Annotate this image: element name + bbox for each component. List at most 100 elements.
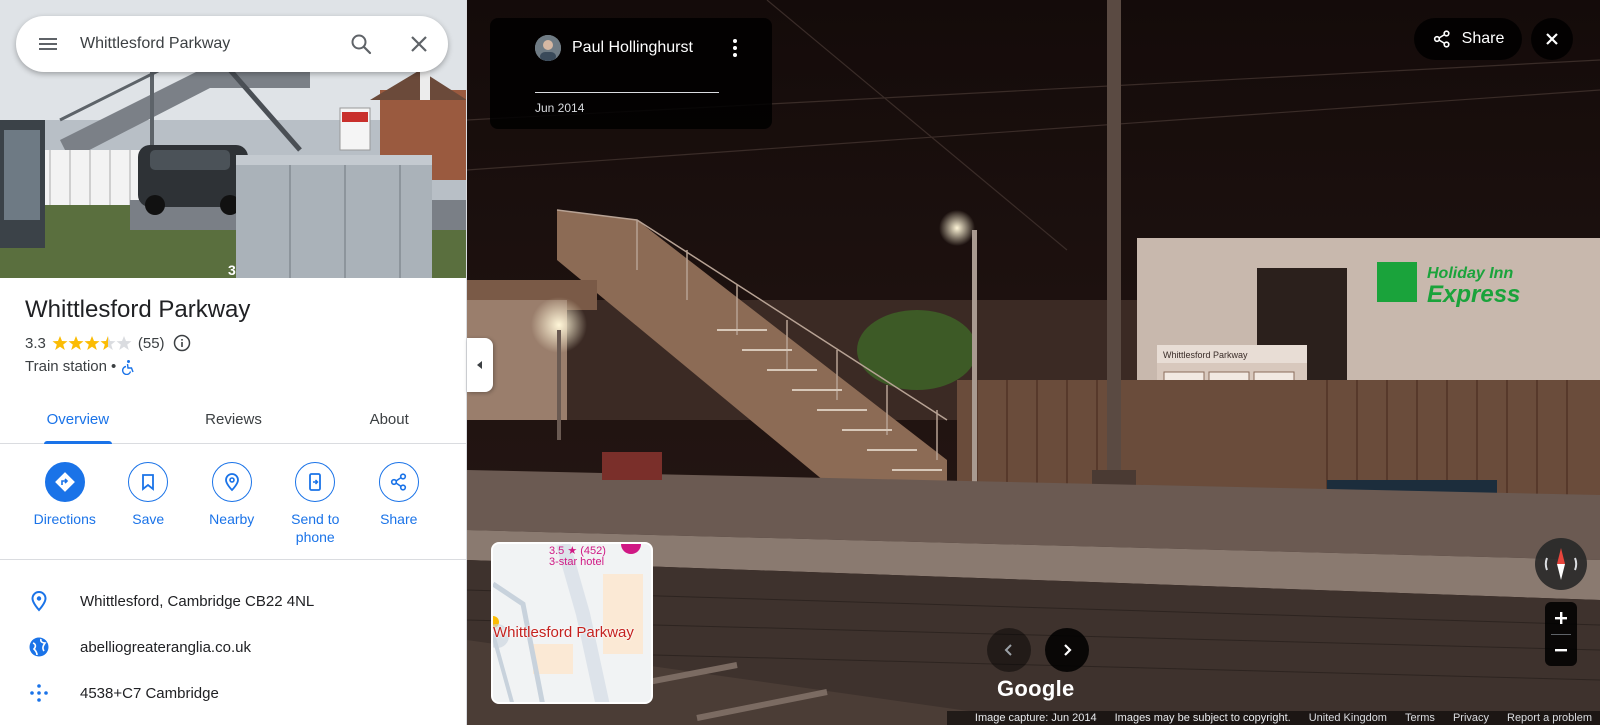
plus-code-icon <box>30 684 48 702</box>
rating-info-button[interactable] <box>173 334 191 352</box>
author-avatar[interactable] <box>535 35 561 61</box>
share-place-button[interactable]: Share <box>357 462 441 546</box>
plus-icon <box>1555 612 1567 624</box>
station-sign-text: Whittlesford Parkway <box>1163 350 1248 360</box>
privacy-link[interactable]: Privacy <box>1453 712 1489 724</box>
compass-button[interactable] <box>1535 538 1587 590</box>
author-divider <box>535 92 719 93</box>
address-text: Whittlesford, Cambridge CB22 4NL <box>80 592 315 610</box>
search-button[interactable] <box>332 16 390 72</box>
nearby-icon <box>224 473 239 492</box>
author-name[interactable]: Paul Hollinghurst <box>572 39 693 57</box>
globe-icon <box>29 637 49 657</box>
share-circle <box>378 462 419 502</box>
collapse-panel-button[interactable] <box>467 338 493 392</box>
directions-button[interactable]: Directions <box>23 462 107 546</box>
share-place-label: Share <box>380 511 418 527</box>
hotel-sign-line1: Holiday Inn <box>1427 265 1513 282</box>
close-icon <box>411 36 427 52</box>
compass-icon <box>1544 548 1578 580</box>
share-icon <box>1433 30 1450 48</box>
wheelchair-accessible-icon <box>122 359 134 375</box>
info-icon <box>173 334 190 352</box>
search-bar: Whittlesford Parkway <box>16 16 448 72</box>
place-info: Whittlesford Parkway 3.3 (55) Train stat… <box>25 296 445 375</box>
street-view-share-label: Share <box>1461 30 1505 47</box>
mini-map[interactable]: 3.5 ★ (452) 3-star hotel Whittlesford Pa… <box>491 542 653 704</box>
previous-photo-button[interactable] <box>987 628 1031 672</box>
author-more-options-button[interactable] <box>723 36 747 60</box>
mini-map-place-label: Whittlesford Parkway <box>493 624 634 641</box>
terms-link[interactable]: Terms <box>1405 712 1435 724</box>
save-label: Save <box>132 511 165 527</box>
image-capture-date: Image capture: Jun 2014 <box>974 712 1097 724</box>
place-panel: 3 Whittlesford Parkway Whittlesford Park… <box>0 0 467 725</box>
chevron-right-icon <box>1064 644 1072 656</box>
hamburger-menu-icon <box>39 38 57 50</box>
website-row[interactable]: abelliogreateranglia.co.uk <box>0 624 466 670</box>
send-to-phone-label: Send to phone <box>291 511 340 545</box>
rating-value: 3.3 <box>25 334 46 352</box>
tab-about[interactable]: About <box>311 396 466 443</box>
save-button[interactable]: Save <box>107 462 191 546</box>
action-buttons: Directions Save Nearby Send to phone Sha… <box>0 462 466 546</box>
send-to-phone-circle <box>295 462 336 502</box>
send-to-phone-button[interactable]: Send to phone <box>274 462 358 546</box>
more-vert-icon <box>733 39 737 57</box>
caret-left-icon <box>477 361 482 369</box>
section-divider <box>0 559 466 560</box>
mini-map-hotel-type: 3-star hotel <box>549 556 605 568</box>
website-icon-wrap <box>0 636 80 658</box>
author-avatar-icon <box>535 35 561 61</box>
save-circle <box>128 462 169 502</box>
star-rating <box>52 335 132 351</box>
directions-label: Directions <box>33 511 96 527</box>
tab-overview[interactable]: Overview <box>0 396 156 444</box>
zoom-separator <box>1551 634 1571 635</box>
plus-code-icon-wrap <box>0 682 80 704</box>
zoom-out-button[interactable] <box>1545 634 1577 666</box>
place-tabs: Overview Reviews About <box>0 396 466 444</box>
nearby-button[interactable]: Nearby <box>190 462 274 546</box>
directions-icon <box>54 472 75 492</box>
street-view-panorama[interactable]: Holiday Inn Express Whittlesford Parkway <box>467 0 1600 725</box>
place-title: Whittlesford Parkway <box>25 296 251 323</box>
search-input[interactable]: Whittlesford Parkway <box>80 35 332 53</box>
place-category[interactable]: Train station <box>25 358 107 375</box>
nearby-label: Nearby <box>209 511 255 527</box>
zoom-in-button[interactable] <box>1545 602 1577 634</box>
photo-author-card: Paul Hollinghurst Jun 2014 <box>490 18 772 129</box>
address-icon-wrap <box>0 590 80 612</box>
report-problem-link[interactable]: Report a problem <box>1507 712 1592 724</box>
plus-code-row[interactable]: 4538+C7 Cambridge <box>0 670 466 716</box>
close-street-view-button[interactable] <box>1531 18 1573 60</box>
tab-reviews[interactable]: Reviews <box>156 396 312 443</box>
stars-icon <box>52 336 132 350</box>
hotel-sign-line2: Express <box>1427 281 1520 308</box>
plus-code-text: 4538+C7 Cambridge <box>80 684 219 702</box>
website-text: abelliogreateranglia.co.uk <box>80 638 251 656</box>
region-link[interactable]: United Kingdom <box>1309 712 1387 724</box>
chevron-left-icon <box>1004 644 1012 656</box>
photo-count: 3 <box>228 262 236 278</box>
clear-search-button[interactable] <box>390 16 448 72</box>
rating-row: 3.3 (55) <box>25 334 445 352</box>
place-details: Whittlesford, Cambridge CB22 4NL abellio… <box>0 578 466 716</box>
minus-icon <box>1555 649 1567 652</box>
street-view-share-button[interactable]: Share <box>1414 18 1522 60</box>
copyright-notice: Images may be subject to copyright. <box>1114 712 1291 724</box>
capture-date[interactable]: Jun 2014 <box>535 101 584 115</box>
google-logo: Google <box>997 676 1075 701</box>
zoom-controls <box>1545 602 1577 666</box>
next-photo-button[interactable] <box>1045 628 1089 672</box>
menu-button[interactable] <box>16 16 80 72</box>
street-view-footer: Image capture: Jun 2014 Images may be su… <box>947 711 1600 725</box>
category-row: Train station • <box>25 358 445 375</box>
search-icon <box>351 34 372 55</box>
review-count[interactable]: (55) <box>138 335 165 352</box>
close-icon <box>1546 33 1558 45</box>
address-row[interactable]: Whittlesford, Cambridge CB22 4NL <box>0 578 466 624</box>
share-icon <box>390 473 406 491</box>
directions-circle <box>44 462 85 502</box>
location-pin-icon <box>31 590 47 612</box>
